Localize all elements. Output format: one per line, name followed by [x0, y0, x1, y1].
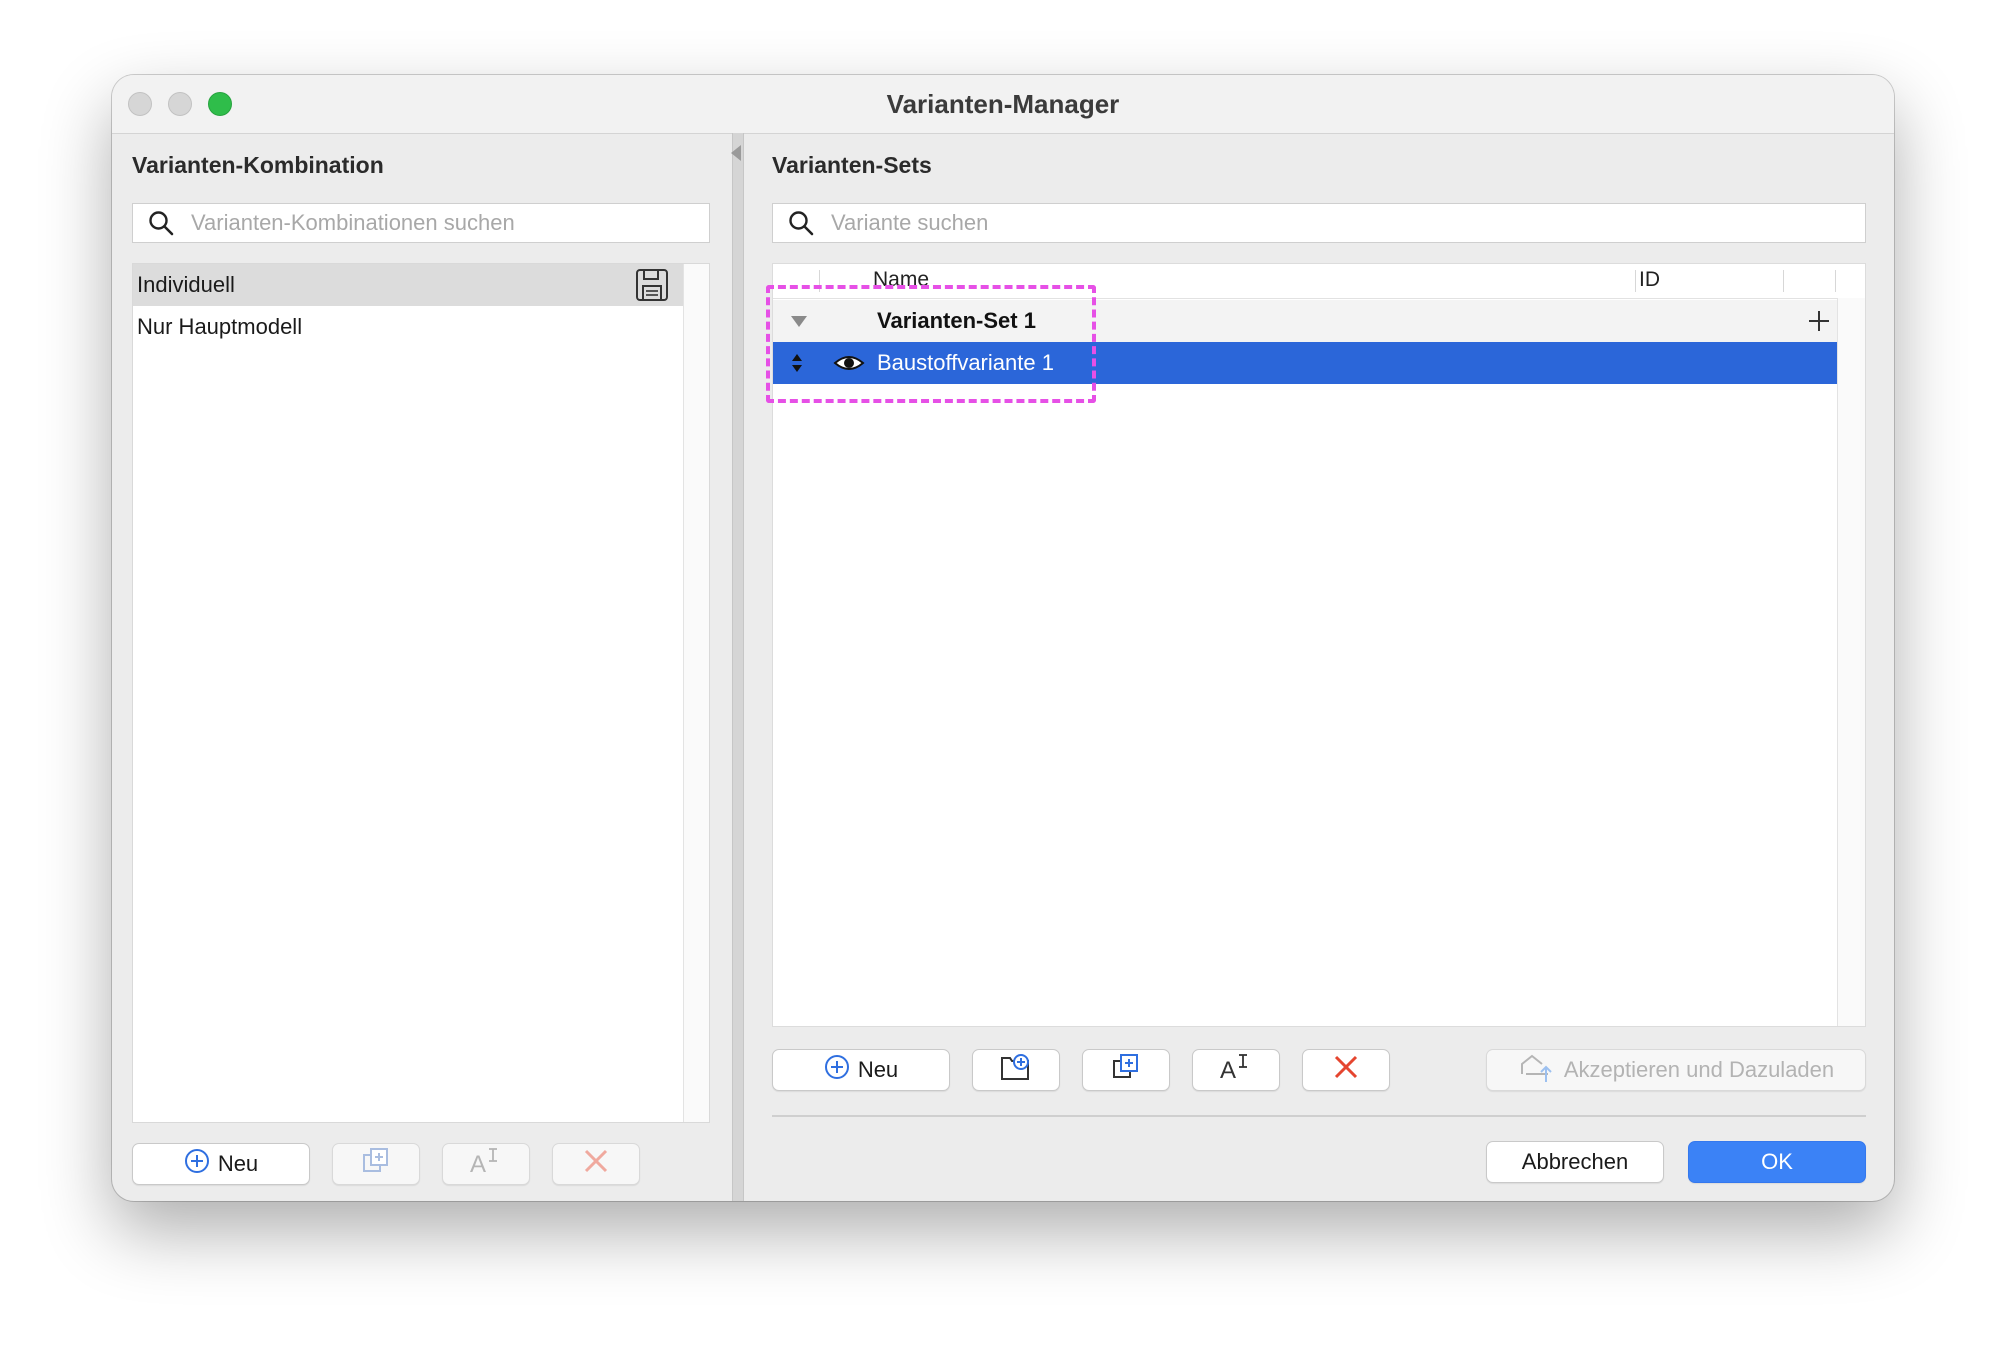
- rename-icon: A: [469, 1146, 503, 1182]
- duplicate-combination-button[interactable]: [332, 1143, 420, 1185]
- duplicate-icon: [1112, 1053, 1140, 1087]
- new-variant-button[interactable]: Neu: [772, 1049, 950, 1091]
- cloud-upload-icon: [1518, 1050, 1556, 1090]
- title-bar: Varianten-Manager: [112, 75, 1894, 134]
- rename-icon: A: [1219, 1052, 1253, 1088]
- variant-search-placeholder: Variante suchen: [831, 210, 989, 235]
- search-icon: [783, 205, 819, 241]
- new-combination-label: Neu: [217, 1151, 259, 1176]
- footer-separator: [772, 1115, 1866, 1117]
- ok-button[interactable]: OK: [1688, 1141, 1866, 1183]
- list-item-label: Individuell: [137, 272, 235, 297]
- combination-search-placeholder: Varianten-Kombinationen suchen: [191, 210, 515, 235]
- folder-plus-icon: [1000, 1052, 1032, 1088]
- list-item-nur-hauptmodell[interactable]: Nur Hauptmodell: [133, 306, 683, 348]
- list-item-individuell[interactable]: Individuell: [133, 264, 683, 306]
- delete-variant-button[interactable]: [1302, 1049, 1390, 1091]
- plus-circle-icon: [824, 1054, 850, 1086]
- save-icon[interactable]: [635, 268, 669, 302]
- duplicate-variant-button[interactable]: [1082, 1049, 1170, 1091]
- accept-and-load-label: Akzeptieren und Dazuladen: [1563, 1057, 1835, 1082]
- column-header-id[interactable]: ID: [1639, 268, 1660, 292]
- column-separator: [1635, 270, 1636, 292]
- svg-text:A: A: [1220, 1057, 1236, 1082]
- new-combination-button[interactable]: Neu: [132, 1143, 310, 1185]
- new-variant-label: Neu: [857, 1057, 899, 1082]
- duplicate-icon: [362, 1147, 390, 1181]
- cancel-button[interactable]: Abbrechen: [1486, 1141, 1664, 1183]
- right-pane-heading: Varianten-Sets: [772, 152, 932, 178]
- combination-list-scrollbar[interactable]: [683, 264, 709, 1122]
- rename-combination-button[interactable]: A: [442, 1143, 530, 1185]
- combination-search-field[interactable]: Varianten-Kombinationen suchen: [132, 203, 710, 243]
- list-item-label: Nur Hauptmodell: [137, 314, 303, 339]
- delete-icon: [582, 1147, 610, 1181]
- collapse-arrow-icon[interactable]: [731, 145, 741, 161]
- rename-variant-button[interactable]: A: [1192, 1049, 1280, 1091]
- accept-and-load-button[interactable]: Akzeptieren und Dazuladen: [1486, 1049, 1866, 1091]
- annotation-highlight-box: [766, 285, 1096, 403]
- combination-list: Individuell Nur Hauptmodell: [132, 263, 710, 1123]
- window-title: Varianten-Manager: [886, 89, 1120, 119]
- column-separator: [1783, 270, 1784, 292]
- new-variant-set-button[interactable]: [972, 1049, 1060, 1091]
- delete-icon: [1332, 1053, 1360, 1087]
- variants-manager-window: Varianten-Manager Varianten-Kombination …: [112, 75, 1894, 1201]
- variant-search-field[interactable]: Variante suchen: [772, 203, 1866, 243]
- ok-label: OK: [1761, 1149, 1793, 1174]
- search-icon: [143, 205, 179, 241]
- left-pane-heading: Varianten-Kombination: [132, 152, 384, 178]
- plus-circle-icon: [184, 1148, 210, 1180]
- pane-splitter[interactable]: [732, 133, 744, 1201]
- cancel-label: Abbrechen: [1521, 1149, 1629, 1174]
- svg-text:A: A: [470, 1151, 486, 1176]
- delete-combination-button[interactable]: [552, 1143, 640, 1185]
- column-separator: [1835, 270, 1836, 292]
- variant-table-scrollbar[interactable]: [1837, 298, 1865, 1026]
